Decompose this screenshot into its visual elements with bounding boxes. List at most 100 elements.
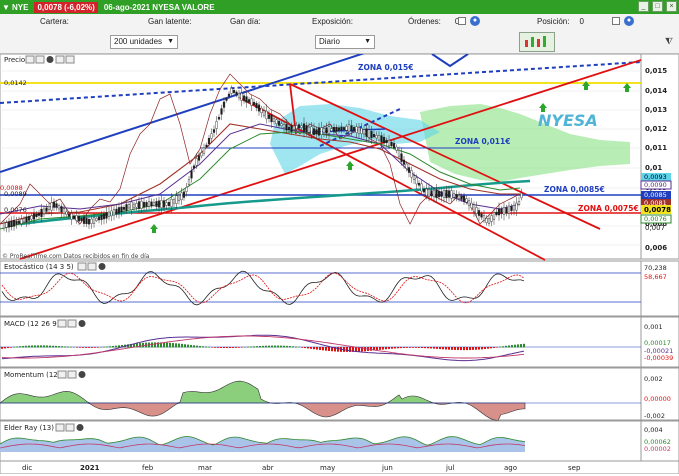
macd-histogram-bar <box>112 345 114 348</box>
orders-icon[interactable]: ● <box>470 16 480 26</box>
close-icon[interactable] <box>76 424 84 431</box>
candle-body <box>87 219 91 225</box>
candle-body <box>112 209 116 216</box>
macd-histogram-bar <box>208 346 210 348</box>
close-icon[interactable] <box>46 56 54 63</box>
macd-histogram-bar <box>427 347 429 349</box>
macd-histogram-bar <box>202 346 204 348</box>
candle-body <box>42 208 46 214</box>
candle-body <box>235 91 238 95</box>
candle-body <box>67 213 71 217</box>
exposicion-label: Exposición: <box>312 17 353 26</box>
cartera-label: Cartera: <box>40 17 69 26</box>
candle-body <box>395 146 398 151</box>
macd-histogram-bar <box>175 343 177 348</box>
candle-body <box>275 119 278 124</box>
candle-body <box>237 93 241 98</box>
window-icon[interactable] <box>67 370 77 379</box>
macd-histogram-bar <box>328 347 330 351</box>
minimize-icon[interactable]: _ <box>638 1 649 12</box>
window-icon[interactable] <box>67 319 77 328</box>
candle-body <box>7 221 11 228</box>
candle-body <box>300 125 303 128</box>
gan-latente-field: Gan latente: <box>148 17 192 26</box>
ordenes-checkbox[interactable] <box>458 17 466 25</box>
price-axis-tick: 0,015 <box>645 67 667 75</box>
macd-histogram-bar <box>466 347 468 351</box>
price-axis-tick: 0,006 <box>645 244 667 252</box>
maximize-icon[interactable]: □ <box>652 1 663 12</box>
candle-body <box>160 200 163 208</box>
candle-body <box>495 211 498 216</box>
zona-0075-annotation: ZONA 0,0075€ <box>578 204 639 213</box>
window-icon[interactable] <box>35 55 45 64</box>
close-icon[interactable] <box>78 371 86 378</box>
gan-latente-label: Gan latente: <box>148 17 192 26</box>
close-icon[interactable]: × <box>666 1 677 12</box>
candle-body <box>370 131 373 139</box>
close-icon[interactable] <box>98 263 106 270</box>
candle-body <box>220 108 223 115</box>
wrench-icon[interactable] <box>77 262 87 271</box>
macd-histogram-bar <box>190 344 192 348</box>
candle-body <box>372 134 376 138</box>
candle-body <box>520 192 523 199</box>
momentum-axis-value: 0,00000 <box>644 395 671 403</box>
close-icon[interactable] <box>78 320 86 327</box>
candle-body <box>377 134 381 141</box>
candle-body <box>272 118 276 122</box>
wrench-icon[interactable] <box>55 423 65 432</box>
macd-histogram-bar <box>379 347 381 350</box>
time-axis-label: sep <box>568 464 581 472</box>
chevron-down-icon: ▼ <box>364 38 371 45</box>
candle-body <box>190 170 193 179</box>
wrench-icon[interactable] <box>57 319 67 328</box>
bar-chart-widget-icon[interactable] <box>519 32 555 52</box>
macd-histogram-bar <box>469 347 471 351</box>
add-indicator-icon[interactable] <box>65 55 75 64</box>
macd-histogram-bar <box>109 346 111 348</box>
macd-histogram-bar <box>34 345 36 348</box>
chart-area[interactable]: Precio 0,0142 0,0088 0,0089 0,0076 ZONA … <box>0 47 679 475</box>
candle-body <box>120 206 123 213</box>
macd-histogram-bar <box>172 343 174 348</box>
macd-histogram-bar <box>274 345 276 348</box>
candle-body <box>507 205 511 214</box>
window-icon[interactable] <box>87 262 97 271</box>
candle-body <box>335 127 338 132</box>
wrench-icon[interactable] <box>25 55 35 64</box>
window-icon[interactable] <box>65 423 75 432</box>
candle-body <box>412 175 416 180</box>
candle-body <box>337 127 341 131</box>
chevron-down-icon[interactable]: ▼ <box>0 0 12 14</box>
macd-histogram-bar <box>235 347 237 348</box>
macd-histogram-bar <box>40 345 42 348</box>
candle-body <box>500 208 503 214</box>
posicion-checkbox[interactable] <box>612 17 620 25</box>
candle-body <box>47 205 51 211</box>
wrench-icon[interactable] <box>57 370 67 379</box>
units-select[interactable]: 200 unidades ▼ <box>110 35 178 49</box>
candle-body <box>405 163 408 169</box>
candle-body <box>510 206 513 211</box>
time-axis-label: ago <box>504 464 517 472</box>
candle-body <box>195 158 198 166</box>
macd-histogram-bar <box>382 347 384 350</box>
period-select[interactable]: Diario ▼ <box>315 35 375 49</box>
macd-histogram-bar <box>313 347 315 350</box>
elder-axis-value: 0,004 <box>644 426 663 434</box>
macd-histogram-bar <box>307 347 309 349</box>
candle-body <box>180 192 183 201</box>
position-icon[interactable]: ● <box>624 16 634 26</box>
candle-body <box>390 142 393 147</box>
add-icon[interactable] <box>55 55 65 64</box>
macd-histogram-bar <box>403 347 405 348</box>
filter-icon[interactable]: ⧨ <box>665 36 675 48</box>
time-axis-label: 2021 <box>80 464 100 472</box>
candle-body <box>212 129 216 133</box>
macd-histogram-bar <box>79 347 81 348</box>
macd-histogram-bar <box>280 345 282 348</box>
candle-body <box>82 216 86 224</box>
price-axis-tick: 0,007 <box>645 224 665 232</box>
exposicion-field: Exposición: <box>312 17 353 26</box>
